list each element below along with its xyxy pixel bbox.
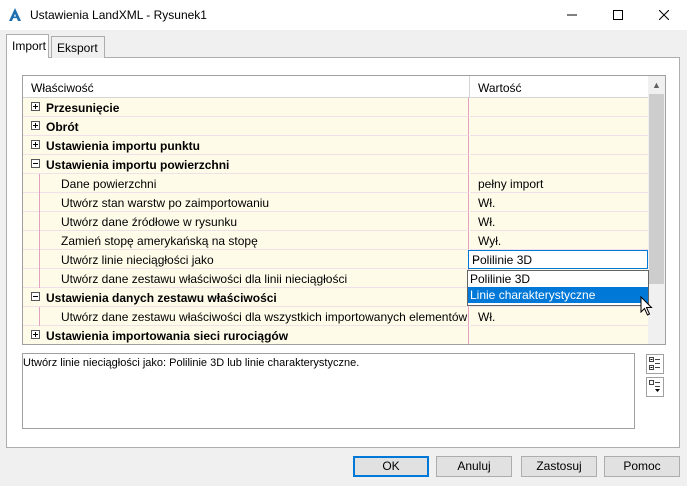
collapse-icon[interactable]: [31, 159, 40, 168]
minimize-icon: [567, 14, 577, 16]
dropdown-option-polilinie-3d[interactable]: Polilinie 3D: [468, 271, 648, 287]
description-text: Utwórz linie nieciągłości jako: Polilini…: [23, 357, 360, 369]
minimize-button[interactable]: [549, 0, 595, 30]
expand-icon[interactable]: [31, 102, 40, 111]
close-icon: [659, 10, 669, 20]
apply-button[interactable]: Zastosuj: [521, 456, 597, 477]
chevron-down-icon[interactable]: ⌄: [472, 253, 643, 264]
grid-row-stan-warstw[interactable]: Utwórz stan warstw po zaimportowaniu Wł.: [23, 193, 648, 212]
grid-row-zestaw-wszystkich[interactable]: Utwórz dane zestawu właściwości dla wszy…: [23, 307, 648, 326]
maximize-icon: [613, 10, 623, 20]
scrollbar-thumb[interactable]: [649, 94, 664, 284]
expand-icon[interactable]: [31, 330, 40, 339]
grid-row-dane-powierzchni[interactable]: Dane powierzchni pełny import: [23, 174, 648, 193]
autocad-civil-a-icon: [9, 8, 21, 21]
grid-row-import-powierzchni[interactable]: Ustawienia importu powierzchni: [23, 155, 648, 174]
categorized-view-button[interactable]: [646, 354, 664, 374]
ok-button[interactable]: OK: [353, 456, 429, 477]
grid-rows: Przesunięcie Obrót Ustawienia importu pu…: [23, 98, 648, 344]
categorized-icon: [649, 357, 660, 370]
expand-icon[interactable]: [31, 121, 40, 130]
grid-row-siec-rurociagow[interactable]: Ustawienia importowania sieci rurociągów: [23, 326, 648, 344]
grid-row-import-punktu[interactable]: Ustawienia importu punktu: [23, 136, 648, 155]
sort-dropdown-icon: [649, 380, 660, 392]
scroll-up-arrow-icon[interactable]: ▲: [648, 76, 665, 93]
close-button[interactable]: [641, 0, 687, 30]
linie-niecialosci-combobox[interactable]: Polilinie 3D ⌄: [468, 250, 648, 269]
linie-niecialosci-dropdown-list[interactable]: Polilinie 3D Linie charakterystyczne: [467, 270, 649, 306]
sort-filter-button[interactable]: [646, 377, 664, 397]
dropdown-option-linie-charakterystyczne[interactable]: Linie charakterystyczne: [468, 287, 648, 303]
grid-row-stopa[interactable]: Zamień stopę amerykańską na stopę Wył.: [23, 231, 648, 250]
grid-row-dane-zrodlowe[interactable]: Utwórz dane źródłowe w rysunku Wł.: [23, 212, 648, 231]
description-box: Utwórz linie nieciągłości jako: Polilini…: [22, 353, 635, 429]
grid-row-przesuniecie[interactable]: Przesunięcie: [23, 98, 648, 117]
title-bar: Ustawienia LandXML - Rysunek1: [0, 0, 687, 30]
tab-import[interactable]: Import: [6, 34, 49, 58]
collapse-icon[interactable]: [31, 292, 40, 301]
cancel-button[interactable]: Anuluj: [436, 456, 512, 477]
grid-row-linie-niecialosci[interactable]: Utwórz linie nieciągłości jako Polilinie…: [23, 250, 648, 269]
column-header-property[interactable]: Właściwość: [31, 81, 94, 95]
mouse-cursor-icon: [640, 296, 653, 316]
window-title: Ustawienia LandXML - Rysunek1: [30, 8, 207, 22]
grid-row-obrot[interactable]: Obrót: [23, 117, 648, 136]
maximize-button[interactable]: [595, 0, 641, 30]
help-button[interactable]: Pomoc: [604, 456, 680, 477]
column-header-value[interactable]: Wartość: [478, 81, 522, 95]
grid-header: Właściwość Wartość: [23, 76, 648, 98]
tab-eksport[interactable]: Eksport: [51, 36, 105, 58]
expand-icon[interactable]: [31, 140, 40, 149]
